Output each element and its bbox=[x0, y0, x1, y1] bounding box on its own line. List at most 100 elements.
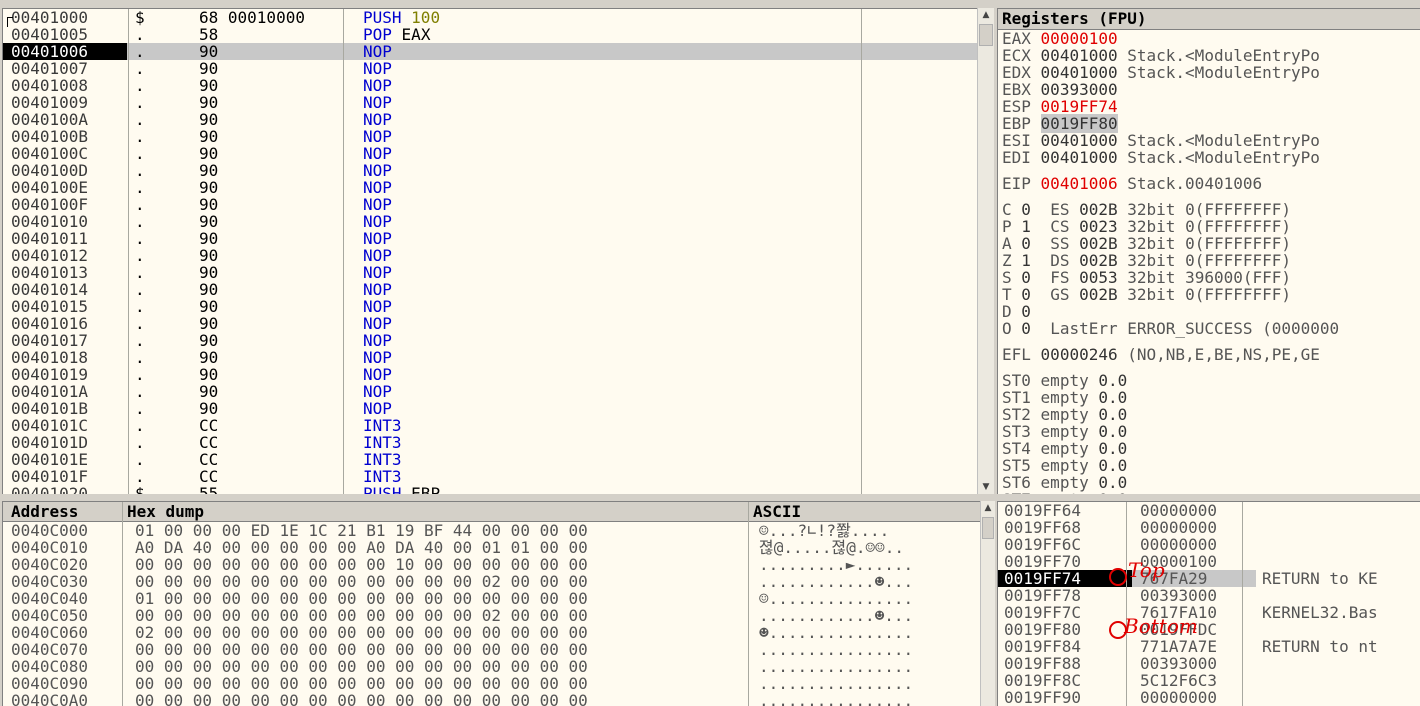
stack-row[interactable]: 0019FF6C 00000000 bbox=[998, 536, 1420, 553]
dump-address[interactable]: 0040C020 bbox=[3, 556, 127, 573]
instruction-address[interactable]: 0040101B bbox=[3, 400, 127, 417]
dump-header-address[interactable]: Address bbox=[11, 502, 78, 521]
instruction-address[interactable]: 00401013 bbox=[3, 264, 127, 281]
instruction-address[interactable]: 00401016 bbox=[3, 315, 127, 332]
flag-row[interactable]: D 0 bbox=[998, 303, 1420, 320]
fpu-row[interactable]: ST3 empty 0.0 bbox=[998, 423, 1420, 440]
dump-ascii[interactable]: ................ bbox=[752, 692, 980, 706]
dump-address[interactable]: 0040C030 bbox=[3, 573, 127, 590]
instruction-address[interactable]: 0040100A bbox=[3, 111, 127, 128]
disassembly-row[interactable]: 00401015. 90 NOP bbox=[3, 298, 977, 315]
stack-row[interactable]: 0019FF8C 5C12F6C3 bbox=[998, 672, 1420, 689]
dump-hex[interactable]: 00 00 00 00 00 00 00 00 00 00 00 00 02 0… bbox=[127, 573, 752, 590]
dump-header-ascii[interactable]: ASCII bbox=[753, 502, 801, 521]
instruction-address[interactable]: 0040100E bbox=[3, 179, 127, 196]
stack-value[interactable]: 00000000 bbox=[1132, 536, 1256, 553]
stack-value[interactable]: 00000000 bbox=[1132, 502, 1256, 519]
stack-value[interactable]: 00393000 bbox=[1132, 655, 1256, 672]
dump-row[interactable]: 0040C090 00 00 00 00 00 00 00 00 00 00 00… bbox=[3, 675, 980, 692]
register-row[interactable]: EAX 00000100 bbox=[998, 30, 1420, 47]
instruction-address[interactable]: 00401018 bbox=[3, 349, 127, 366]
dump-address[interactable]: 0040C040 bbox=[3, 590, 127, 607]
flag-row[interactable]: C 0 ES 002B 32bit 0(FFFFFFFF) bbox=[998, 201, 1420, 218]
disassembly-row[interactable]: 0040101F. CC INT3 bbox=[3, 468, 977, 485]
stack-value[interactable]: 5C12F6C3 bbox=[1132, 672, 1256, 689]
flag-row[interactable]: S 0 FS 0053 32bit 396000(FFF) bbox=[998, 269, 1420, 286]
instruction-address[interactable]: 0040100B bbox=[3, 128, 127, 145]
dump-address[interactable]: 0040C010 bbox=[3, 539, 127, 556]
disassembly-row[interactable]: 00401000 $68 00010000 PUSH 100 bbox=[3, 9, 977, 27]
dump-ascii[interactable]: ................ bbox=[752, 675, 980, 692]
dump-address[interactable]: 0040C000 bbox=[3, 522, 127, 539]
instruction-address[interactable]: 0040101C bbox=[3, 417, 127, 434]
flag-row[interactable]: O 0 LastErr ERROR_SUCCESS (0000000 bbox=[998, 320, 1420, 337]
disassembly-pane[interactable]: 00401000 $68 00010000 PUSH 100 00401005. 58 P… bbox=[2, 8, 977, 494]
hex-dump-pane[interactable]: Address Hex dump ASCII 0040C000 01 00 00 … bbox=[2, 501, 980, 706]
stack-address[interactable]: 0019FF8C bbox=[998, 672, 1132, 689]
dump-ascii[interactable]: ................ bbox=[752, 641, 980, 658]
scroll-thumb[interactable] bbox=[979, 24, 993, 46]
dump-ascii[interactable]: ☻............... bbox=[752, 624, 980, 641]
instruction-address[interactable]: 00401011 bbox=[3, 230, 127, 247]
dump-ascii[interactable]: ............☻... bbox=[752, 607, 980, 624]
flag-row[interactable]: P 1 CS 0023 32bit 0(FFFFFFFF) bbox=[998, 218, 1420, 235]
fpu-value[interactable]: 0.0 bbox=[1098, 490, 1127, 494]
instruction-address[interactable]: 0040101F bbox=[3, 468, 127, 485]
stack-row[interactable]: 0019FF90 00000000 bbox=[998, 689, 1420, 706]
dump-row[interactable]: 0040C0A0 00 00 00 00 00 00 00 00 00 00 00… bbox=[3, 692, 980, 706]
dump-ascii[interactable]: ............☻... bbox=[752, 573, 980, 590]
dump-row[interactable]: 0040C080 00 00 00 00 00 00 00 00 00 00 00… bbox=[3, 658, 980, 675]
disassembly-row[interactable]: 0040101C. CC INT3 bbox=[3, 417, 977, 434]
disassembly-row[interactable]: 0040100B. 90 NOP bbox=[3, 128, 977, 145]
scroll-up-icon[interactable]: ▲ bbox=[981, 501, 995, 515]
stack-value[interactable]: 00000000 bbox=[1132, 689, 1256, 706]
flag-row[interactable]: T 0 GS 002B 32bit 0(FFFFFFFF) bbox=[998, 286, 1420, 303]
instruction-address[interactable]: 00401020 bbox=[3, 485, 127, 494]
dump-hex[interactable]: 00 00 00 00 00 00 00 00 00 00 00 00 00 0… bbox=[127, 658, 752, 675]
stack-address[interactable]: 0019FF64 bbox=[998, 502, 1132, 519]
instruction-address[interactable]: 00401009 bbox=[3, 94, 127, 111]
dump-hex[interactable]: 02 00 00 00 00 00 00 00 00 00 00 00 00 0… bbox=[127, 624, 752, 641]
dump-ascii[interactable]: .........►...... bbox=[752, 556, 980, 573]
fpu-row[interactable]: ST2 empty 0.0 bbox=[998, 406, 1420, 423]
dump-row[interactable]: 0040C040 01 00 00 00 00 00 00 00 00 00 00… bbox=[3, 590, 980, 607]
dump-ascii[interactable]: ................ bbox=[752, 658, 980, 675]
dump-row[interactable]: 0040C060 02 00 00 00 00 00 00 00 00 00 00… bbox=[3, 624, 980, 641]
dump-hex[interactable]: 00 00 00 00 00 00 00 00 00 00 00 00 00 0… bbox=[127, 641, 752, 658]
register-row[interactable]: ESI 00401000 Stack.<ModuleEntryPo bbox=[998, 132, 1420, 149]
registers-pane[interactable]: Registers (FPU) EAX 00000100 ECX 0040100… bbox=[997, 8, 1420, 494]
disassembly-row[interactable]: 00401011. 90 NOP bbox=[3, 230, 977, 247]
instruction-address[interactable]: 0040101A bbox=[3, 383, 127, 400]
disassembly-row[interactable]: 0040100D. 90 NOP bbox=[3, 162, 977, 179]
instruction-address[interactable]: 00401017 bbox=[3, 332, 127, 349]
disassembly-row[interactable]: 00401006. 90 NOP bbox=[3, 43, 977, 60]
disassembly-row[interactable]: 00401018. 90 NOP bbox=[3, 349, 977, 366]
dump-header-hex[interactable]: Hex dump bbox=[127, 502, 204, 521]
disassembly-row[interactable]: 00401020 $55 PUSH EBP bbox=[3, 485, 977, 494]
dump-ascii[interactable]: ☺............... bbox=[752, 590, 980, 607]
register-value[interactable]: 00401000 bbox=[1041, 148, 1118, 167]
disassembly-scrollbar[interactable]: ▲ ▼ bbox=[977, 8, 994, 494]
disassembly-row[interactable]: 0040101D. CC INT3 bbox=[3, 434, 977, 451]
dump-hex[interactable]: 00 00 00 00 00 00 00 00 00 00 00 00 02 0… bbox=[127, 607, 752, 624]
dump-address[interactable]: 0040C060 bbox=[3, 624, 127, 641]
dump-row[interactable]: 0040C050 00 00 00 00 00 00 00 00 00 00 00… bbox=[3, 607, 980, 624]
register-value[interactable]: 00401006 bbox=[1041, 174, 1118, 193]
disassembly-row[interactable]: 0040101A. 90 NOP bbox=[3, 383, 977, 400]
scroll-down-icon[interactable]: ▼ bbox=[978, 480, 994, 494]
disassembly-row[interactable]: 00401014. 90 NOP bbox=[3, 281, 977, 298]
dump-row[interactable]: 0040C030 00 00 00 00 00 00 00 00 00 00 00… bbox=[3, 573, 980, 590]
stack-address[interactable]: 0019FF88 bbox=[998, 655, 1132, 672]
instruction-address[interactable]: 0040100C bbox=[3, 145, 127, 162]
stack-address[interactable]: 0019FF68 bbox=[998, 519, 1132, 536]
register-row[interactable]: ESP 0019FF74 bbox=[998, 98, 1420, 115]
disassembly-row[interactable]: 0040100C. 90 NOP bbox=[3, 145, 977, 162]
disassembly-row[interactable]: 00401017. 90 NOP bbox=[3, 332, 977, 349]
dump-hex[interactable]: 01 00 00 00 00 00 00 00 00 00 00 00 00 0… bbox=[127, 590, 752, 607]
instruction-address[interactable]: 00401012 bbox=[3, 247, 127, 264]
disassembly-row[interactable]: 0040101B. 90 NOP bbox=[3, 400, 977, 417]
stack-address[interactable]: 0019FF90 bbox=[998, 689, 1132, 706]
dump-address[interactable]: 0040C070 bbox=[3, 641, 127, 658]
instruction-address[interactable]: 00401000 bbox=[3, 9, 127, 26]
instruction-address[interactable]: 0040100D bbox=[3, 162, 127, 179]
